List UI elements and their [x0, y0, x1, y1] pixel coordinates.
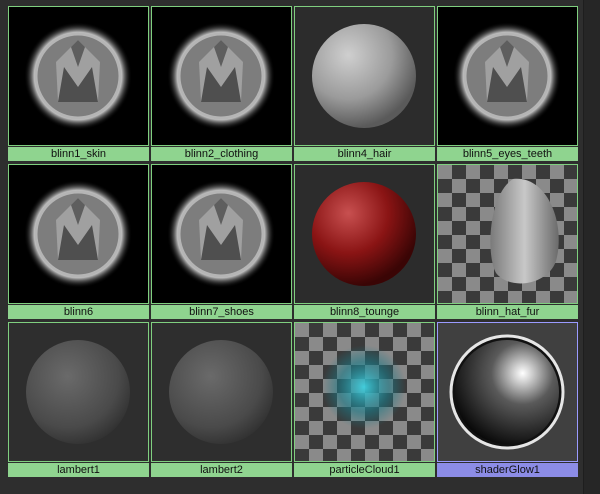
material-grid: blinn1_skin blinn2_clothing blinn4_hair … [0, 0, 583, 494]
default-shader-icon [151, 6, 292, 146]
material-tile-blinn-hat-fur[interactable]: blinn_hat_fur [437, 164, 578, 320]
material-name-label: blinn8_tounge [294, 305, 435, 319]
material-tile-blinn6[interactable]: blinn6 [8, 164, 149, 320]
material-tile-blinn5-eyes-teeth[interactable]: blinn5_eyes_teeth [437, 6, 578, 162]
material-name-label: lambert2 [151, 463, 292, 477]
material-name-label: blinn7_shoes [151, 305, 292, 319]
material-name-label: shaderGlow1 [437, 463, 578, 477]
default-shader-icon [8, 6, 149, 146]
material-name-label: blinn6 [8, 305, 149, 319]
material-tile-blinn7-shoes[interactable]: blinn7_shoes [151, 164, 292, 320]
default-shader-icon [437, 6, 578, 146]
material-tile-particlecloud1[interactable]: particleCloud1 [294, 322, 435, 478]
material-name-label: blinn4_hair [294, 147, 435, 161]
default-shader-icon [151, 164, 292, 304]
fur-checker-preview [437, 164, 578, 304]
material-tile-blinn2-clothing[interactable]: blinn2_clothing [151, 6, 292, 162]
material-name-label: particleCloud1 [294, 463, 435, 477]
material-tile-lambert1[interactable]: lambert1 [8, 322, 149, 478]
material-tile-blinn8-tounge[interactable]: blinn8_tounge [294, 164, 435, 320]
material-tile-lambert2[interactable]: lambert2 [151, 322, 292, 478]
material-name-label: blinn5_eyes_teeth [437, 147, 578, 161]
material-name-label: lambert1 [8, 463, 149, 477]
glow-sphere-preview [437, 322, 578, 462]
material-tile-blinn4-hair[interactable]: blinn4_hair [294, 6, 435, 162]
vertical-scrollbar[interactable] [583, 0, 600, 494]
material-tile-shaderglow1[interactable]: shaderGlow1 [437, 322, 578, 478]
hypershade-material-panel: blinn1_skin blinn2_clothing blinn4_hair … [0, 0, 600, 494]
lambert-sphere-preview [151, 322, 292, 462]
material-tile-blinn1-skin[interactable]: blinn1_skin [8, 6, 149, 162]
particle-cloud-checker-preview [294, 322, 435, 462]
red-sphere-preview [294, 164, 435, 304]
gray-sphere-preview [294, 6, 435, 146]
material-name-label: blinn_hat_fur [437, 305, 578, 319]
material-name-label: blinn2_clothing [151, 147, 292, 161]
default-shader-icon [8, 164, 149, 304]
lambert-sphere-preview [8, 322, 149, 462]
material-name-label: blinn1_skin [8, 147, 149, 161]
